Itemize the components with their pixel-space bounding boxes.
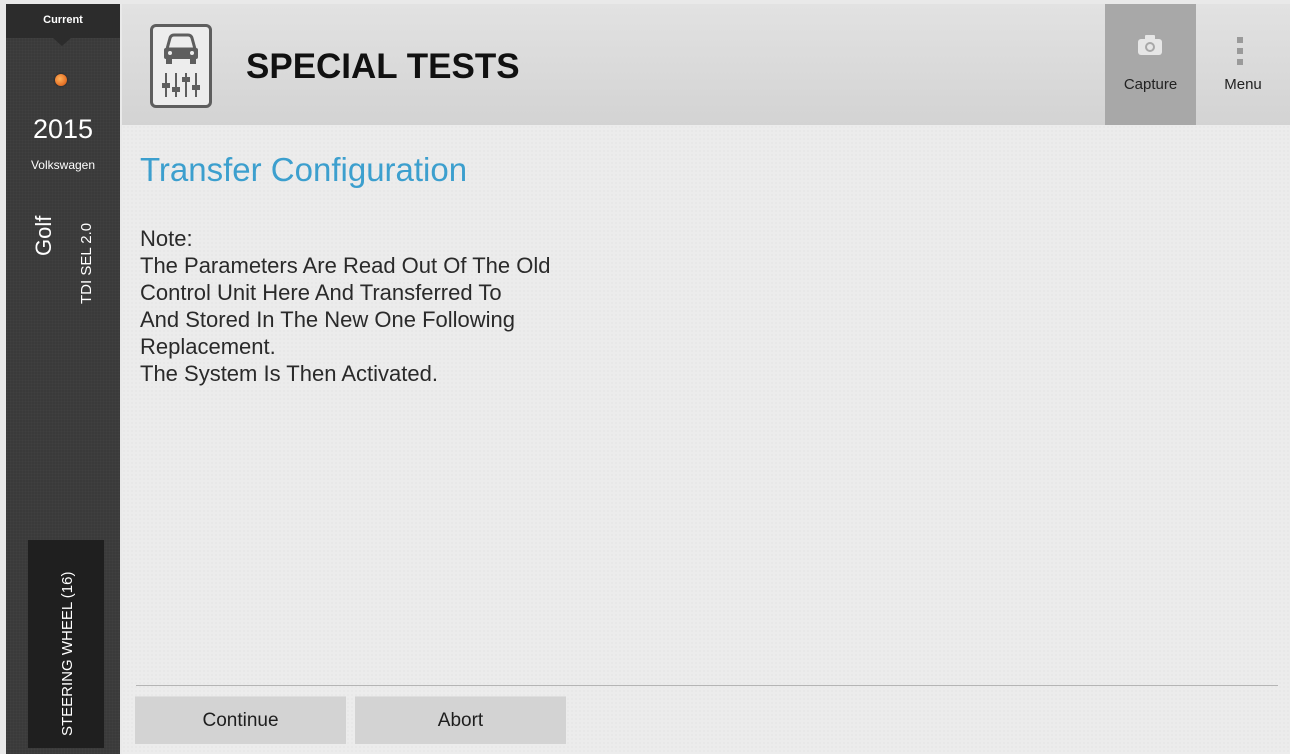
current-label: Current <box>43 14 83 26</box>
menu-button[interactable]: Menu <box>1196 4 1290 125</box>
divider <box>136 685 1278 686</box>
continue-button[interactable]: Continue <box>135 696 346 744</box>
abort-button[interactable]: Abort <box>355 696 566 744</box>
current-notch <box>53 38 71 46</box>
note-line: The Parameters Are Read Out Of The Old <box>140 253 551 278</box>
vehicle-sidebar: Current 2015 Volkswagen Golf TDI SEL 2.0… <box>6 4 120 754</box>
main-content: Transfer Configuration Note: The Paramet… <box>122 125 1290 754</box>
camera-icon <box>1137 34 1163 61</box>
note-line: And Stored In The New One Following <box>140 307 516 332</box>
vehicle-trim: TDI SEL 2.0 <box>78 222 95 304</box>
vehicle-make: Volkswagen <box>30 158 96 172</box>
abort-label: Abort <box>437 710 484 731</box>
note-line: The System Is Then Activated. <box>140 361 438 386</box>
capture-label: Capture <box>1123 76 1178 93</box>
header-bar: SPECIAL TESTS Capture Menu <box>122 4 1290 125</box>
module-label: STEERING WHEEL (16) <box>59 571 76 736</box>
status-indicator-icon <box>55 74 67 86</box>
capture-button[interactable]: Capture <box>1105 4 1196 125</box>
note-line: Replacement. <box>140 334 276 359</box>
note-line: Control Unit Here And Transferred To <box>140 280 502 305</box>
current-tab[interactable]: Current <box>6 4 120 38</box>
overflow-menu-icon <box>1236 36 1244 71</box>
note-line: Note: <box>140 226 193 251</box>
module-tab[interactable]: STEERING WHEEL (16) <box>28 540 104 748</box>
vehicle-model: Golf <box>31 215 56 256</box>
note-text: Note: The Parameters Are Read Out Of The… <box>140 225 700 387</box>
continue-label: Continue <box>202 710 279 731</box>
test-heading: Transfer Configuration <box>140 151 468 188</box>
menu-label: Menu <box>1224 76 1262 93</box>
vehicle-year: 2015 <box>32 114 94 144</box>
page-title: SPECIAL TESTS <box>246 47 520 86</box>
car-test-icon <box>150 24 212 108</box>
